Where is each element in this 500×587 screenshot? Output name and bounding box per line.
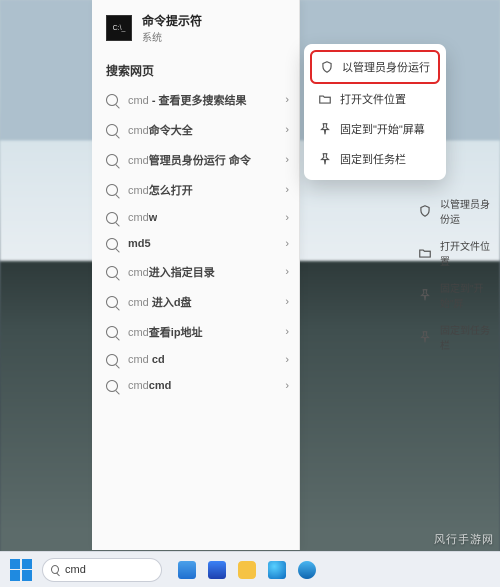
taskbar-search-box[interactable] <box>42 558 162 582</box>
peek-menu-label: 打开文件位置 <box>440 238 496 268</box>
widgets-icon[interactable] <box>208 561 226 579</box>
start-button[interactable] <box>10 559 32 581</box>
taskbar-search-input[interactable] <box>65 564 153 576</box>
search-results-panel: C:\_ 命令提示符 系统 搜索网页 cmd - 查看更多搜索结果›cmd命令大… <box>92 0 300 550</box>
chevron-right-icon: › <box>285 154 289 166</box>
top-result-subtitle: 系统 <box>142 29 202 44</box>
search-icon <box>106 326 118 338</box>
suggestion-item[interactable]: cmd命令大全 › <box>92 115 299 145</box>
top-result-title: 命令提示符 <box>142 12 202 29</box>
suggestion-text: cmd - 查看更多搜索结果 <box>128 92 247 108</box>
pin-icon <box>318 122 332 136</box>
context-menu-item[interactable]: 固定到"开始"屏幕 <box>310 114 440 144</box>
pin-icon <box>318 152 332 166</box>
chevron-right-icon: › <box>285 354 289 366</box>
search-icon <box>106 380 118 392</box>
top-result-text: 命令提示符 系统 <box>142 12 202 44</box>
search-icon <box>106 94 118 106</box>
context-menu-item[interactable]: 打开文件位置 <box>310 84 440 114</box>
context-menu-item[interactable]: 以管理员身份运行 <box>310 50 440 84</box>
suggestion-text: cmd查看ip地址 <box>128 324 203 340</box>
top-result[interactable]: C:\_ 命令提示符 系统 <box>92 0 299 54</box>
watermark-text: 风行手游网 <box>434 531 494 547</box>
cmd-app-icon: C:\_ <box>106 15 132 41</box>
context-menu: 以管理员身份运行打开文件位置固定到"开始"屏幕固定到任务栏 <box>304 44 446 180</box>
chevron-right-icon: › <box>285 326 289 338</box>
suggestion-item[interactable]: cmd 进入d盘 › <box>92 287 299 317</box>
search-icon <box>106 354 118 366</box>
chevron-right-icon: › <box>285 184 289 196</box>
search-icon <box>106 184 118 196</box>
context-menu-label: 固定到任务栏 <box>340 151 406 167</box>
suggestion-item[interactable]: cmd cd › <box>92 347 299 373</box>
suggestion-text: cmd怎么打开 <box>128 182 193 198</box>
context-menu-label: 固定到"开始"屏幕 <box>340 121 425 137</box>
suggestion-text: cmd 进入d盘 <box>128 294 192 310</box>
search-icon <box>106 296 118 308</box>
suggestion-item[interactable]: md5 › <box>92 231 299 257</box>
section-title-web: 搜索网页 <box>92 54 299 85</box>
search-icon <box>106 212 118 224</box>
suggestion-item[interactable]: cmd - 查看更多搜索结果 › <box>92 85 299 115</box>
suggestion-item[interactable]: cmd查看ip地址 › <box>92 317 299 347</box>
taskview-icon[interactable] <box>178 561 196 579</box>
context-menu-item[interactable]: 固定到任务栏 <box>310 144 440 174</box>
shield-icon <box>320 60 334 74</box>
peek-menu-item[interactable]: 固定到任务栏 <box>414 316 500 358</box>
suggestion-text: md5 <box>128 238 151 250</box>
chevron-right-icon: › <box>285 238 289 250</box>
peek-menu-item[interactable]: 打开文件位置 <box>414 232 500 274</box>
search-icon <box>106 154 118 166</box>
peek-menu-item[interactable]: 以管理员身份运 <box>414 190 500 232</box>
peek-menu-label: 固定到"开始"屏 <box>440 280 496 310</box>
chevron-right-icon: › <box>285 380 289 392</box>
peek-menu-item[interactable]: 固定到"开始"屏 <box>414 274 500 316</box>
search-icon <box>106 266 118 278</box>
suggestion-item[interactable]: cmd怎么打开 › <box>92 175 299 205</box>
chevron-right-icon: › <box>285 124 289 136</box>
edge-icon[interactable] <box>268 561 286 579</box>
taskbar-pinned-icons <box>178 561 316 579</box>
search-icon <box>106 124 118 136</box>
folder-icon <box>318 92 332 106</box>
suggestion-item[interactable]: cmd进入指定目录 › <box>92 257 299 287</box>
suggestion-item[interactable]: cmdcmd › <box>92 373 299 399</box>
suggestion-text: cmd管理员身份运行 命令 <box>128 152 251 168</box>
folder-icon <box>418 246 432 260</box>
pin-icon <box>418 330 432 344</box>
chevron-right-icon: › <box>285 94 289 106</box>
pin-icon <box>418 288 432 302</box>
app-icon[interactable] <box>298 561 316 579</box>
chevron-right-icon: › <box>285 266 289 278</box>
suggestion-item[interactable]: cmdw › <box>92 205 299 231</box>
suggestion-text: cmd命令大全 <box>128 122 193 138</box>
suggestion-text: cmd进入指定目录 <box>128 264 215 280</box>
suggestion-text: cmdw <box>128 212 157 224</box>
taskbar <box>0 551 500 587</box>
chevron-right-icon: › <box>285 212 289 224</box>
search-icon <box>51 565 59 574</box>
suggestion-text: cmdcmd <box>128 380 171 392</box>
context-menu-label: 以管理员身份运行 <box>342 59 430 75</box>
suggestion-text: cmd cd <box>128 354 165 366</box>
file-explorer-icon[interactable] <box>238 561 256 579</box>
search-icon <box>106 238 118 250</box>
peek-menu-label: 固定到任务栏 <box>440 322 496 352</box>
right-side-peek-menu: 以管理员身份运打开文件位置固定到"开始"屏固定到任务栏 <box>414 190 500 358</box>
suggestions-list: cmd - 查看更多搜索结果›cmd命令大全›cmd管理员身份运行 命令›cmd… <box>92 85 299 399</box>
peek-menu-label: 以管理员身份运 <box>440 196 496 226</box>
context-menu-label: 打开文件位置 <box>340 91 406 107</box>
suggestion-item[interactable]: cmd管理员身份运行 命令 › <box>92 145 299 175</box>
chevron-right-icon: › <box>285 296 289 308</box>
shield-icon <box>418 204 432 218</box>
